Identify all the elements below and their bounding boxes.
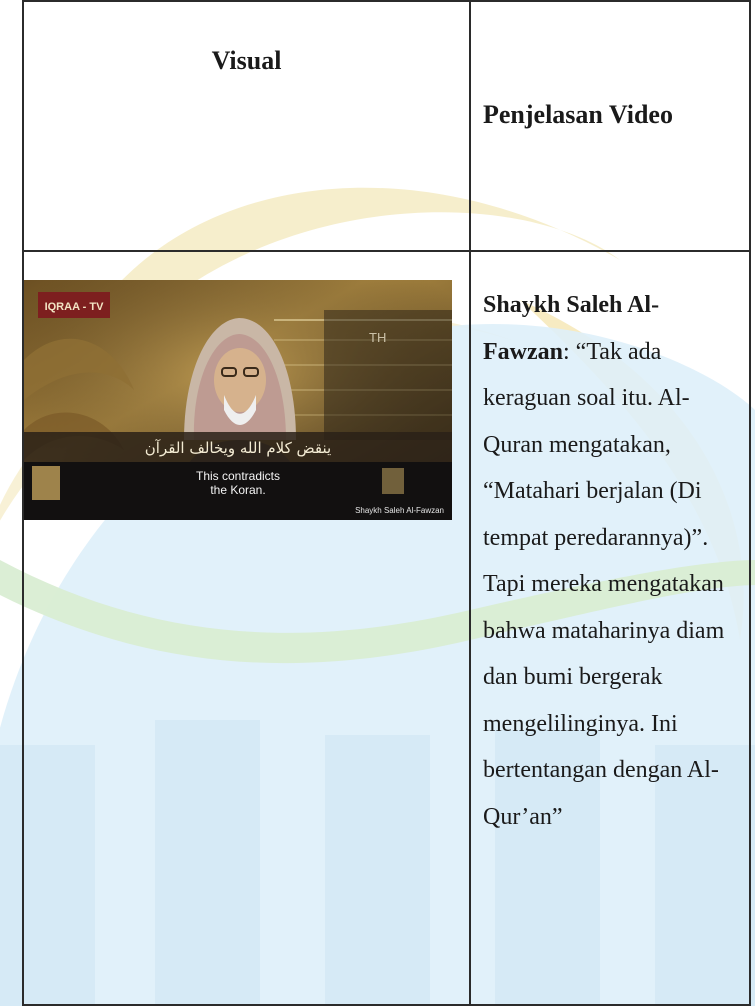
video-screenshot: IQRAA - TV TH ينقض كلام الله ويخالف القر… bbox=[24, 280, 452, 520]
speaker-caption: Shaykh Saleh Al-Fawzan bbox=[355, 506, 444, 515]
video-frame-illustration: IQRAA - TV TH ينقض كلام الله ويخالف القر… bbox=[24, 280, 452, 520]
content-table: Visual Penjelasan Video IQRAA - TV TH ين… bbox=[22, 0, 751, 1006]
visual-cell: IQRAA - TV TH ينقض كلام الله ويخالف القر… bbox=[22, 250, 471, 1006]
corner-mark: TH bbox=[369, 330, 386, 345]
channel-logo: IQRAA - TV bbox=[45, 301, 105, 313]
video-description: Shaykh Saleh Al-Fawzan: “Tak ada keragua… bbox=[469, 250, 751, 1006]
table-row: IQRAA - TV TH ينقض كلام الله ويخالف القر… bbox=[22, 250, 751, 1006]
table-header-row: Visual Penjelasan Video bbox=[22, 0, 751, 252]
arabic-subtitle: ينقض كلام الله ويخالف القرآن bbox=[145, 439, 331, 457]
quote-text: : “Tak ada keraguan soal itu. Al-Quran m… bbox=[483, 338, 725, 830]
english-subtitle-line1: This contradicts bbox=[196, 469, 280, 483]
header-video-explanation: Penjelasan Video bbox=[469, 0, 751, 252]
english-subtitle-line2: the Koran. bbox=[210, 483, 265, 497]
header-visual: Visual bbox=[22, 0, 471, 252]
